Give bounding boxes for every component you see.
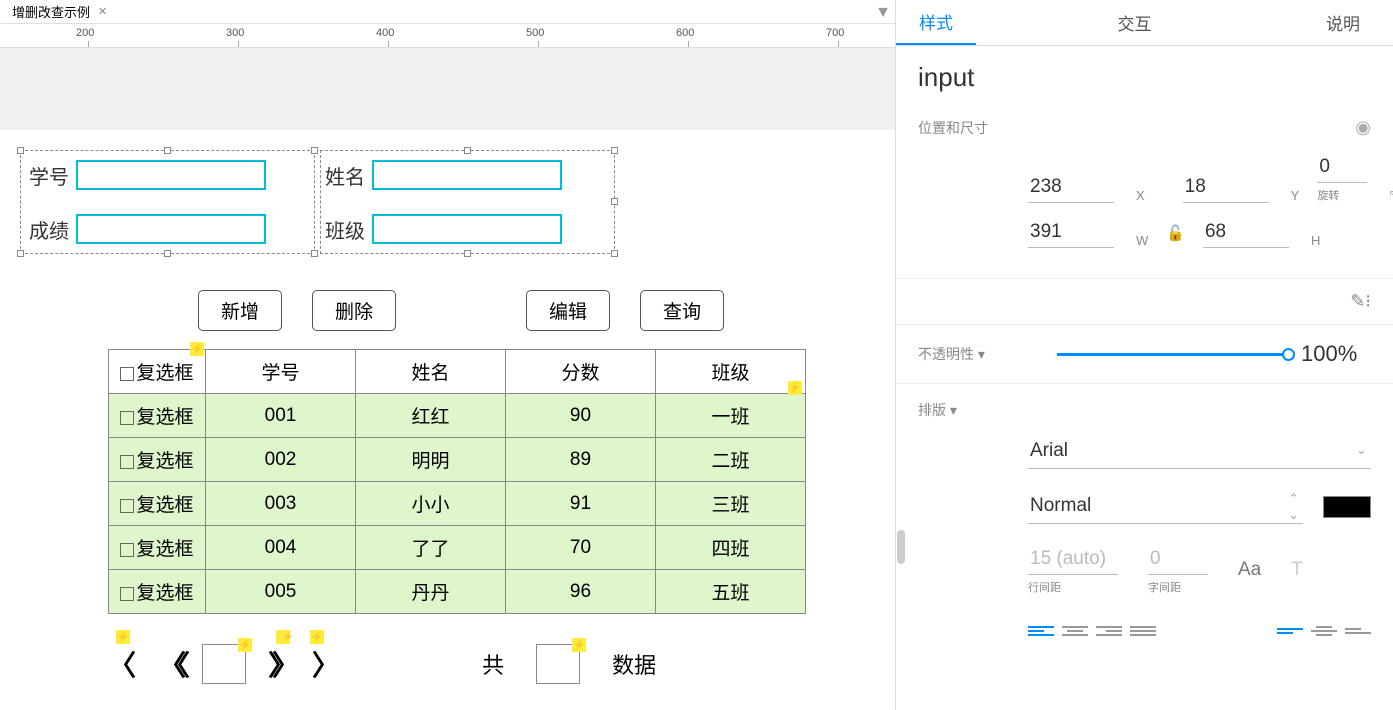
tab-bar: 增删改查示例 ✕ ▼ [0, 0, 895, 24]
opacity-label: 不透明性 ▾ [918, 344, 985, 364]
data-table: 复选框 学号 姓名 分数 班级 复选框 001 红红 90 一班复选框 002 … [108, 349, 806, 614]
h-align-group [1028, 621, 1156, 641]
tab-style[interactable]: 样式 [896, 0, 976, 45]
element-title: input [918, 62, 1371, 93]
table-row[interactable]: 复选框 002 明明 89 二班 [109, 438, 806, 482]
height-input[interactable] [1203, 217, 1289, 248]
table-header-row: 复选框 学号 姓名 分数 班级 [109, 350, 806, 394]
total-label: 共 [482, 648, 504, 680]
valign-top-icon[interactable] [1277, 621, 1303, 641]
pos-size-label: 位置和尺寸 [918, 118, 988, 138]
form-row-id: 学号 姓名 [28, 160, 562, 190]
text-transform-icon[interactable]: Aa [1238, 559, 1261, 581]
row-checkbox[interactable] [120, 455, 134, 469]
align-center-icon[interactable] [1062, 621, 1088, 641]
align-right-icon[interactable] [1096, 621, 1122, 641]
tab-note[interactable]: 说明 [1293, 0, 1393, 45]
header-score: 分数 [506, 350, 656, 394]
page-input[interactable]: ⚡ [202, 644, 246, 684]
rotation-input[interactable] [1317, 152, 1367, 183]
table-row[interactable]: 复选框 003 小小 91 三班 [109, 482, 806, 526]
opacity-value: 100% [1301, 341, 1371, 367]
x-input[interactable] [1028, 172, 1114, 203]
lightning-icon: ⚡ [788, 381, 802, 395]
label-id: 学号 [28, 161, 70, 190]
scrollbar-thumb[interactable] [897, 530, 905, 564]
text-case-icon[interactable]: T [1291, 559, 1303, 581]
v-align-group [1277, 621, 1371, 641]
pagination-row: ⚡〈 〈〈 ⚡ ⚡〉〉 ⚡〉 共 ⚡ 数据 [108, 644, 895, 684]
header-id: 学号 [206, 350, 356, 394]
tab-title: 增删改查示例 [12, 2, 90, 21]
edit-style-icon[interactable]: ✎⁝ [1350, 291, 1371, 312]
total-count-box[interactable]: ⚡ [536, 644, 580, 684]
label-name: 姓名 [324, 161, 366, 190]
opacity-slider[interactable] [1057, 353, 1289, 356]
font-weight-select[interactable]: Normal [1028, 489, 1303, 524]
chevron-down-icon[interactable]: ▼ [875, 4, 891, 22]
next-page-icon[interactable]: ⚡〉〉 [268, 644, 290, 684]
header-name: 姓名 [356, 350, 506, 394]
inspector-tabs: 样式 交互 说明 [896, 0, 1393, 46]
canvas-background [0, 48, 895, 130]
row-checkbox[interactable] [120, 587, 134, 601]
edit-button[interactable]: 编辑 [526, 290, 610, 331]
input-id[interactable] [76, 160, 266, 190]
typography-label: 排版 ▾ [918, 400, 957, 420]
horizontal-ruler: 200 300 400 500 600 700 [0, 24, 895, 48]
label-class: 班级 [324, 215, 366, 244]
input-score[interactable] [76, 214, 266, 244]
checkbox-header[interactable] [120, 367, 134, 381]
line-height-input[interactable] [1028, 544, 1118, 575]
label-score: 成绩 [28, 215, 70, 244]
lock-icon[interactable]: 🔓 [1166, 224, 1185, 242]
visibility-icon[interactable]: ◉ [1355, 117, 1371, 138]
valign-bottom-icon[interactable] [1345, 621, 1371, 641]
input-class[interactable] [372, 214, 562, 244]
text-color-swatch[interactable] [1323, 496, 1371, 518]
delete-button[interactable]: 删除 [312, 290, 396, 331]
font-family-select[interactable]: Arial [1028, 434, 1371, 469]
form-row-score: 成绩 班级 [28, 214, 562, 244]
first-page-icon[interactable]: ⚡〈 [108, 644, 136, 684]
canvas-content[interactable]: 学号 姓名 成绩 班级 新增 删除 编辑 查询 ⚡ ⚡ [0, 130, 895, 684]
table-row[interactable]: 复选框 001 红红 90 一班 [109, 394, 806, 438]
canvas-area: 增删改查示例 ✕ ▼ 200 300 400 500 600 700 [0, 0, 895, 710]
add-button[interactable]: 新增 [198, 290, 282, 331]
align-justify-icon[interactable] [1130, 621, 1156, 641]
valign-middle-icon[interactable] [1311, 621, 1337, 641]
stepper-icon[interactable]: ⌃⌄ [1288, 491, 1299, 523]
page-tab[interactable]: 增删改查示例 ✕ [0, 0, 119, 23]
button-row: 新增 删除 编辑 查询 [198, 290, 895, 331]
row-checkbox[interactable] [120, 499, 134, 513]
chevron-down-icon: ⌄ [1356, 442, 1367, 458]
header-class: 班级 [656, 350, 806, 394]
table-row[interactable]: 复选框 005 丹丹 96 五班 [109, 570, 806, 614]
inspector-panel: 样式 交互 说明 input 位置和尺寸 ◉ X Y 旋转 ° W 🔓 H ✎⁝ [895, 0, 1393, 710]
width-input[interactable] [1028, 217, 1114, 248]
close-icon[interactable]: ✕ [98, 5, 107, 18]
tab-interact[interactable]: 交互 [976, 0, 1293, 45]
row-checkbox[interactable] [120, 543, 134, 557]
lightning-icon: ⚡ [190, 342, 204, 356]
prev-page-icon[interactable]: 〈〈 [158, 644, 180, 684]
y-input[interactable] [1183, 172, 1269, 203]
query-button[interactable]: 查询 [640, 290, 724, 331]
input-name[interactable] [372, 160, 562, 190]
data-label: 数据 [612, 648, 656, 680]
table-row[interactable]: 复选框 004 了了 70 四班 [109, 526, 806, 570]
row-checkbox[interactable] [120, 411, 134, 425]
letter-spacing-input[interactable] [1148, 544, 1208, 575]
align-left-icon[interactable] [1028, 621, 1054, 641]
last-page-icon[interactable]: ⚡〉 [312, 644, 340, 684]
